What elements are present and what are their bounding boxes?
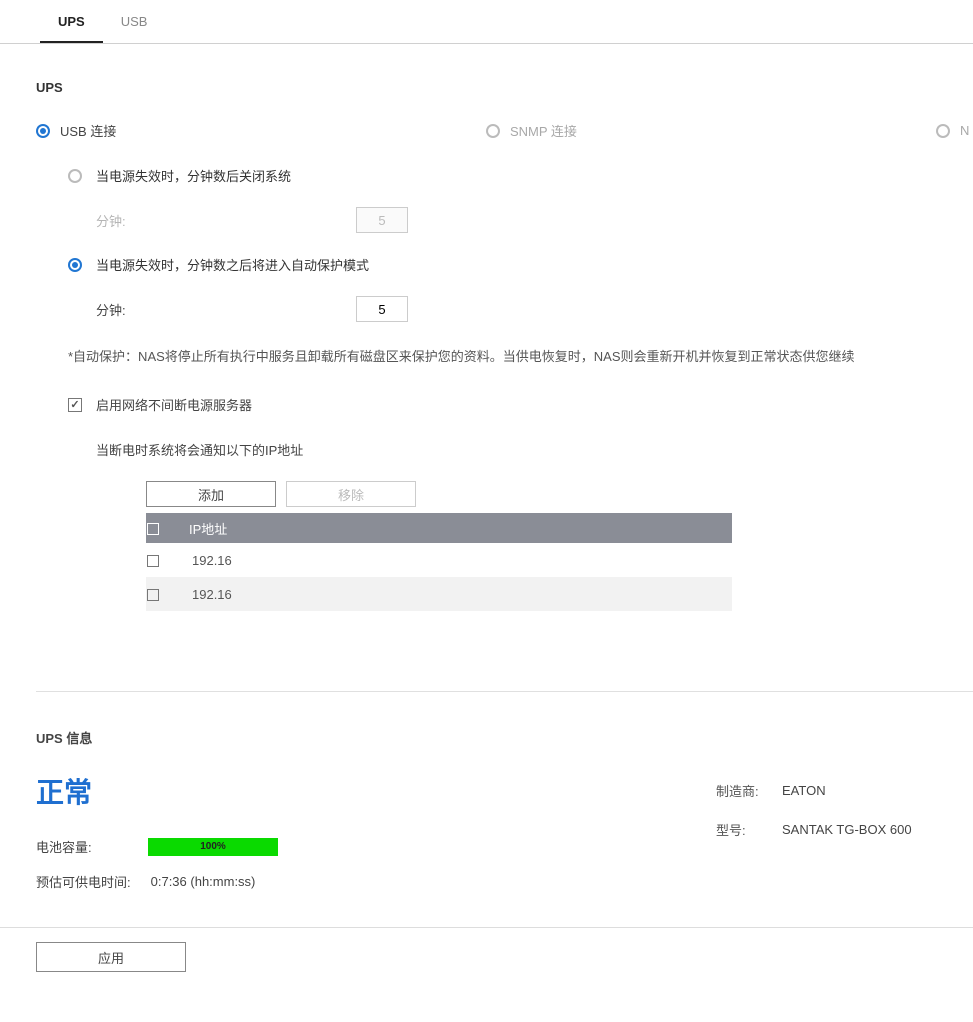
radio-shutdown-after-label: 当电源失效时，分钟数后关闭系统 bbox=[96, 166, 291, 185]
ip-column-header: IP地址 bbox=[188, 513, 732, 543]
battery-label: 电池容量: bbox=[36, 837, 128, 856]
radio-other-connection-label: N bbox=[960, 123, 969, 138]
checkbox-enable-network-ups-label: 启用网络不间断电源服务器 bbox=[96, 395, 252, 414]
add-ip-button[interactable]: 添加 bbox=[146, 481, 276, 507]
section-divider bbox=[36, 691, 973, 692]
manufacturer-label: 制造商: bbox=[716, 781, 764, 800]
minutes-input-shutdown[interactable] bbox=[356, 207, 408, 233]
checkbox-select-all[interactable] bbox=[147, 523, 159, 535]
checkbox-enable-network-ups[interactable] bbox=[68, 398, 82, 412]
notify-ip-note: 当断电时系统将会通知以下的IP地址 bbox=[68, 426, 973, 473]
connection-radio-group: USB 连接 SNMP 连接 N bbox=[36, 121, 973, 140]
checkbox-row[interactable] bbox=[147, 589, 159, 601]
radio-snmp-connection[interactable] bbox=[486, 124, 500, 138]
minutes-label-protect: 分钟: bbox=[96, 300, 356, 319]
model-value: SANTAK TG-BOX 600 bbox=[782, 822, 912, 837]
battery-bar: 100% bbox=[148, 838, 278, 856]
checkbox-row[interactable] bbox=[147, 555, 159, 567]
ip-table-header: IP地址 bbox=[146, 513, 732, 543]
radio-usb-connection[interactable] bbox=[36, 124, 50, 138]
tab-ups[interactable]: UPS bbox=[40, 0, 103, 43]
ip-cell: 192.16 bbox=[188, 577, 732, 611]
radio-other-connection[interactable] bbox=[936, 124, 950, 138]
section-title-ups: UPS bbox=[36, 80, 973, 121]
manufacturer-value: EATON bbox=[782, 783, 826, 798]
auto-protect-note: *自动保护：NAS将停止所有执行中服务且卸载所有磁盘区来保护您的资料。当供电恢复… bbox=[68, 332, 973, 383]
tab-bar: UPS USB bbox=[0, 0, 973, 44]
minutes-label-shutdown: 分钟: bbox=[96, 211, 356, 230]
radio-shutdown-after[interactable] bbox=[68, 169, 82, 183]
radio-auto-protect[interactable] bbox=[68, 258, 82, 272]
ip-table: IP地址 192.16 192.16 bbox=[146, 513, 732, 611]
ups-status: 正常 bbox=[36, 771, 716, 829]
radio-snmp-connection-label: SNMP 连接 bbox=[510, 121, 577, 140]
estimated-time-value: 0:7:36 (hh:mm:ss) bbox=[151, 874, 256, 889]
estimated-time-label: 预估可供电时间: bbox=[36, 872, 131, 891]
remove-ip-button[interactable]: 移除 bbox=[286, 481, 416, 507]
table-row[interactable]: 192.16 bbox=[146, 543, 732, 577]
table-row[interactable]: 192.16 bbox=[146, 577, 732, 611]
tab-usb[interactable]: USB bbox=[103, 0, 166, 43]
apply-button[interactable]: 应用 bbox=[36, 942, 186, 972]
ups-info-title: UPS 信息 bbox=[36, 728, 973, 771]
minutes-input-protect[interactable] bbox=[356, 296, 408, 322]
radio-usb-connection-label: USB 连接 bbox=[60, 121, 116, 140]
radio-auto-protect-label: 当电源失效时，分钟数之后将进入自动保护模式 bbox=[96, 255, 369, 274]
ip-cell: 192.16 bbox=[188, 543, 732, 577]
model-label: 型号: bbox=[716, 820, 764, 839]
